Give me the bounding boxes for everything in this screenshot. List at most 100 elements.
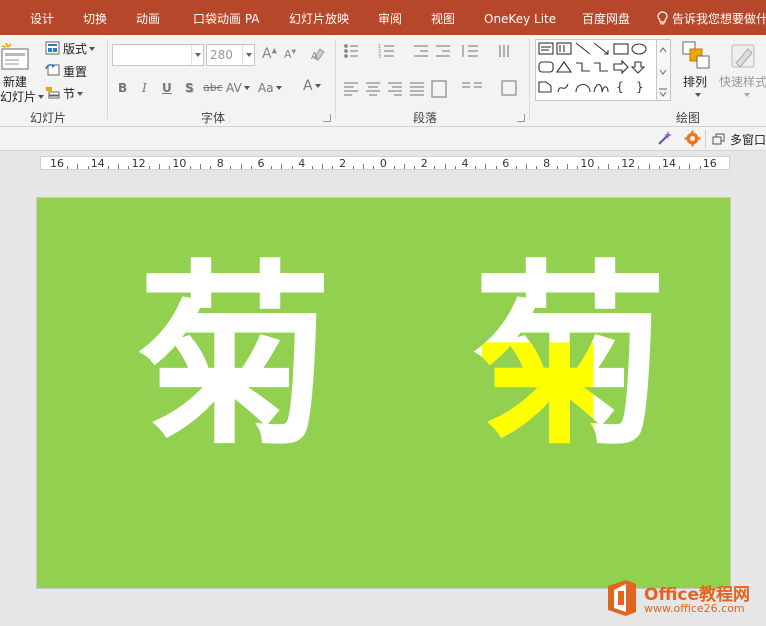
- shapes-gallery-scroll[interactable]: [657, 39, 671, 101]
- layout-label: 版式: [63, 42, 88, 56]
- quick-styles-button[interactable]: 快速样式: [719, 73, 766, 90]
- ruler-label: 2: [420, 157, 428, 170]
- ruler-tick: [618, 166, 619, 169]
- tab-view[interactable]: 视图: [431, 11, 455, 27]
- chevron-down-icon[interactable]: [242, 45, 254, 65]
- bold-button[interactable]: B: [118, 81, 127, 95]
- reset-icon[interactable]: [45, 63, 60, 77]
- font-size-input[interactable]: 280: [206, 44, 255, 66]
- ruler-tick: [291, 166, 293, 169]
- ruler-label: 10: [580, 157, 595, 170]
- chevron-down-icon: [744, 93, 750, 97]
- ruler-tick: [189, 166, 191, 169]
- slide-canvas[interactable]: 菊 菊 菊: [36, 197, 731, 589]
- new-slide-icon[interactable]: [0, 41, 32, 73]
- new-slide-label-2-text: 幻灯片: [0, 90, 37, 104]
- tab-transitions[interactable]: 切换: [83, 11, 107, 27]
- ruler-tick: [689, 164, 691, 169]
- ruler-tick: [77, 164, 79, 169]
- multi-window-icon[interactable]: [712, 133, 725, 145]
- ruler-label: 8: [216, 157, 224, 170]
- ruler-tick: [312, 166, 313, 169]
- drawing-group-label: 绘图: [676, 111, 701, 125]
- italic-button[interactable]: I: [142, 81, 147, 95]
- tell-me-search[interactable]: 告诉我您想要做什: [657, 10, 766, 27]
- layout-icon[interactable]: [45, 41, 60, 55]
- ruler-tick: [403, 164, 405, 169]
- chrysanthemum-character-highlighted[interactable]: 菊 菊: [472, 260, 668, 456]
- tab-design[interactable]: 设计: [30, 11, 54, 27]
- tab-onekey-lite[interactable]: OneKey Lite: [484, 11, 556, 27]
- svg-text:}: }: [636, 80, 644, 94]
- ruler-tick: [332, 166, 334, 169]
- new-slide-label-2[interactable]: 幻灯片: [0, 88, 45, 105]
- tab-slideshow[interactable]: 幻灯片放映: [289, 11, 349, 27]
- tab-animations[interactable]: 动画: [136, 11, 160, 27]
- ruler-label: 14: [90, 157, 105, 170]
- ruler-label: 2: [339, 157, 347, 170]
- chrysanthemum-character-plain[interactable]: 菊: [137, 260, 333, 456]
- ruler-tick: [536, 166, 538, 169]
- strikethrough-button[interactable]: abc: [203, 81, 223, 94]
- powerpoint-window: 设计 切换 动画 口袋动画 PA 幻灯片放映 审阅 视图 OneKey Lite…: [0, 0, 766, 626]
- ruler-tick: [118, 164, 120, 169]
- shapes-gallery[interactable]: { }: [535, 39, 657, 101]
- ruler-tick: [454, 166, 456, 169]
- magic-wand-icon[interactable]: [656, 130, 673, 147]
- office-logo-icon: [608, 580, 636, 616]
- ruler-tick: [87, 166, 89, 169]
- tab-pocket-animation[interactable]: 口袋动画 PA: [193, 11, 260, 27]
- text-shadow-button[interactable]: S: [185, 81, 194, 95]
- ruler-tick: [159, 164, 160, 169]
- arrange-icon[interactable]: [682, 41, 710, 69]
- horizontal-ruler[interactable]: 16 14 12 10 8 6 4 2 0 2 4 6 8 10 12 14 16: [40, 156, 730, 170]
- clear-format-icon[interactable]: A: [310, 46, 326, 62]
- quick-styles-icon[interactable]: [728, 41, 758, 71]
- ruler-tick: [699, 166, 701, 169]
- ruler-tick: [281, 164, 283, 169]
- toolbar-divider: [705, 130, 706, 148]
- layout-button[interactable]: 版式: [63, 40, 96, 57]
- multi-window-button[interactable]: 多窗口: [730, 131, 766, 148]
- gear-icon[interactable]: [684, 130, 701, 147]
- ruler-tick: [648, 164, 650, 169]
- underline-button[interactable]: U: [162, 81, 172, 95]
- section-button[interactable]: 节: [63, 85, 84, 102]
- font-dialog-launcher-icon[interactable]: [323, 114, 331, 122]
- shapes-gallery-icons[interactable]: { }: [536, 40, 656, 100]
- shrink-font-icon[interactable]: A▼: [284, 48, 296, 61]
- font-name-input[interactable]: [112, 44, 204, 66]
- section-icon[interactable]: [45, 85, 60, 99]
- chevron-down-icon: [89, 47, 96, 51]
- grow-font-icon[interactable]: A▲: [262, 46, 277, 62]
- font-color-button[interactable]: A: [303, 78, 321, 94]
- chevron-down-icon[interactable]: [191, 45, 203, 65]
- change-case-button[interactable]: Aa: [258, 81, 282, 95]
- glyph-left-text: 菊: [137, 244, 334, 472]
- tell-me-text: 告诉我您想要做什: [672, 12, 766, 26]
- ribbon-tabs: 设计 切换 动画 口袋动画 PA 幻灯片放映 审阅 视图 OneKey Lite…: [0, 0, 766, 35]
- ruler-tick: [271, 166, 273, 169]
- ribbon-home: 新建 幻灯片 版式 重置 节 幻灯片 280 A▲ A▼ A B I U S a…: [0, 35, 766, 127]
- svg-text:A: A: [311, 51, 318, 62]
- reset-button[interactable]: 重置: [63, 63, 87, 80]
- ruler-tick: [638, 166, 640, 169]
- ruler-label: 16: [50, 157, 64, 170]
- char-spacing-button[interactable]: AV: [226, 81, 250, 95]
- tab-baidu-netdisk[interactable]: 百度网盘: [582, 11, 630, 27]
- gallery-scroll-arrows-icon[interactable]: [657, 40, 669, 100]
- chevron-down-icon: [243, 86, 250, 90]
- ruler-tick: [169, 166, 171, 169]
- office26-watermark: Office教程网 www.office26.com: [600, 574, 766, 626]
- paragraph-tools-icon[interactable]: 1 2 3: [342, 43, 527, 105]
- tab-review[interactable]: 审阅: [378, 11, 402, 27]
- char-spacing-label: AV: [226, 81, 242, 95]
- arrange-button[interactable]: 排列: [683, 73, 707, 90]
- ruler-label: 6: [502, 157, 510, 170]
- svg-text:3: 3: [378, 54, 381, 60]
- ruler-tick: [434, 166, 436, 169]
- ruler-tick: [67, 166, 69, 169]
- group-divider: [107, 39, 108, 119]
- ruler-tick: [210, 166, 211, 169]
- paragraph-dialog-launcher-icon[interactable]: [517, 114, 525, 122]
